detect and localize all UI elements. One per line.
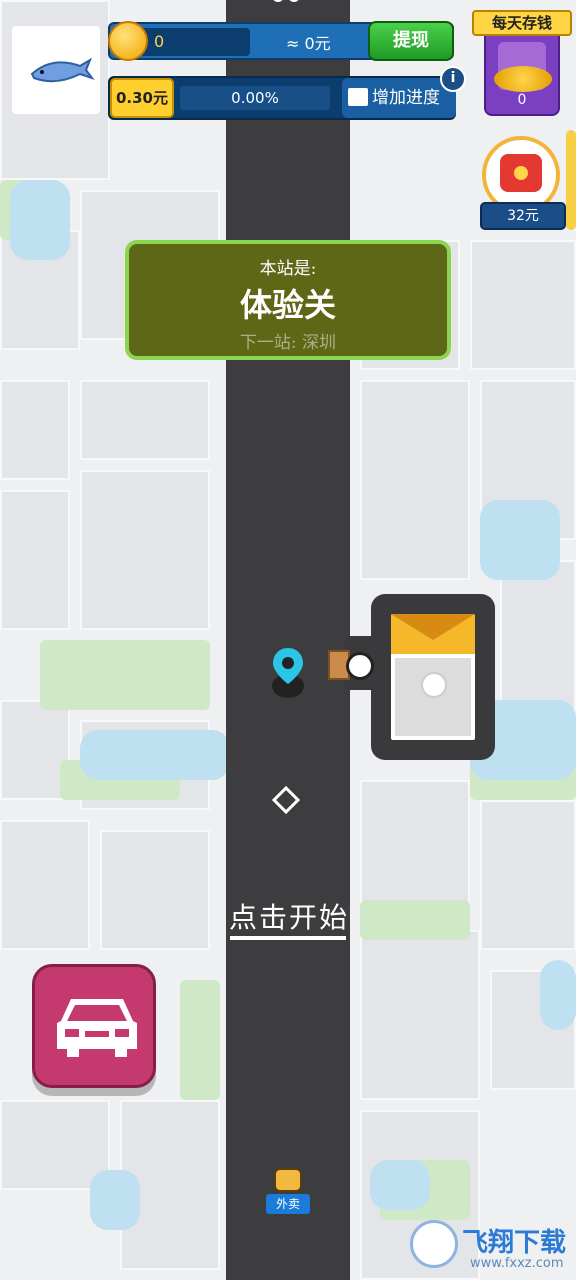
coin-cash-value: ≈ 0元 bbox=[286, 34, 331, 53]
info-icon[interactable]: i bbox=[440, 66, 466, 92]
progress-bar: 0.30元 0.00% 增加进度 bbox=[108, 76, 456, 120]
restaurant-roof bbox=[391, 614, 475, 654]
next-station: 下一站: 深圳 bbox=[239, 333, 337, 353]
water-area bbox=[540, 960, 576, 1030]
red-packet-value: 32元 bbox=[480, 202, 566, 230]
player-avatar[interactable] bbox=[12, 26, 100, 114]
water-area bbox=[370, 1160, 430, 1210]
gold-coins-icon bbox=[494, 66, 552, 92]
delivery-tag: 外卖 bbox=[266, 1194, 310, 1214]
start-underline bbox=[230, 936, 346, 940]
shark-icon bbox=[30, 57, 95, 83]
reward-amount: 0.30元 bbox=[110, 78, 174, 118]
daily-savings-button[interactable]: 每天存钱 0 bbox=[472, 10, 572, 116]
water-area bbox=[90, 1170, 140, 1230]
water-area bbox=[10, 180, 70, 260]
map-block bbox=[80, 470, 210, 630]
map-block bbox=[100, 830, 210, 950]
wing-decoration bbox=[566, 130, 576, 230]
station-label: 本站是: bbox=[259, 259, 317, 279]
map-block bbox=[470, 240, 576, 370]
map-block bbox=[500, 560, 576, 720]
park-area bbox=[40, 640, 210, 710]
station-name: 体验关 bbox=[239, 286, 336, 324]
red-envelope-icon bbox=[500, 154, 542, 192]
map-block bbox=[360, 780, 470, 910]
map-block bbox=[480, 800, 576, 950]
map-block bbox=[0, 380, 70, 480]
dining-table bbox=[421, 672, 447, 698]
courier-icon bbox=[346, 652, 374, 680]
start-prompt[interactable]: 点击开始 bbox=[224, 896, 354, 936]
delivery-bag-icon bbox=[274, 1168, 302, 1192]
watermark: 飞翔下载 www.fxxz.com bbox=[410, 1214, 572, 1276]
restaurant[interactable] bbox=[371, 594, 495, 760]
withdraw-button[interactable]: 提现 bbox=[368, 21, 454, 61]
add-progress-button[interactable]: 增加进度 bbox=[342, 78, 456, 118]
add-progress-label: 增加进度 bbox=[372, 88, 440, 108]
progress-percent: 0.00% bbox=[180, 86, 330, 110]
daily-savings-value: 0 bbox=[517, 92, 527, 108]
location-pin-icon bbox=[272, 648, 304, 698]
delivery-road bbox=[226, 0, 350, 1280]
coin-bar: 0 ≈ 0元 提现 bbox=[108, 21, 454, 61]
watermark-logo bbox=[410, 1220, 458, 1268]
coin-count: 0 bbox=[140, 28, 250, 56]
watermark-site: www.fxxz.com bbox=[470, 1256, 564, 1271]
park-area bbox=[360, 900, 470, 940]
map-block bbox=[0, 820, 90, 950]
map-block bbox=[360, 380, 470, 580]
map-block bbox=[360, 930, 480, 1100]
clapperboard-icon bbox=[348, 88, 368, 106]
restaurant-interior bbox=[391, 614, 475, 740]
car-icon bbox=[57, 999, 137, 1057]
car-button[interactable] bbox=[32, 964, 156, 1088]
map-block bbox=[0, 490, 70, 630]
daily-savings-title: 每天存钱 bbox=[472, 10, 572, 36]
station-card: 本站是: 体验关 下一站: 深圳 bbox=[125, 240, 451, 360]
road-marker-icon bbox=[273, 0, 299, 2]
watermark-brand: 飞翔下载 bbox=[462, 1228, 567, 1258]
delivery-marker: 外卖 bbox=[266, 1168, 310, 1226]
water-area bbox=[480, 500, 560, 580]
map-block bbox=[80, 380, 210, 460]
park-area bbox=[180, 980, 220, 1100]
water-area bbox=[80, 730, 230, 780]
coin-icon bbox=[108, 21, 148, 61]
